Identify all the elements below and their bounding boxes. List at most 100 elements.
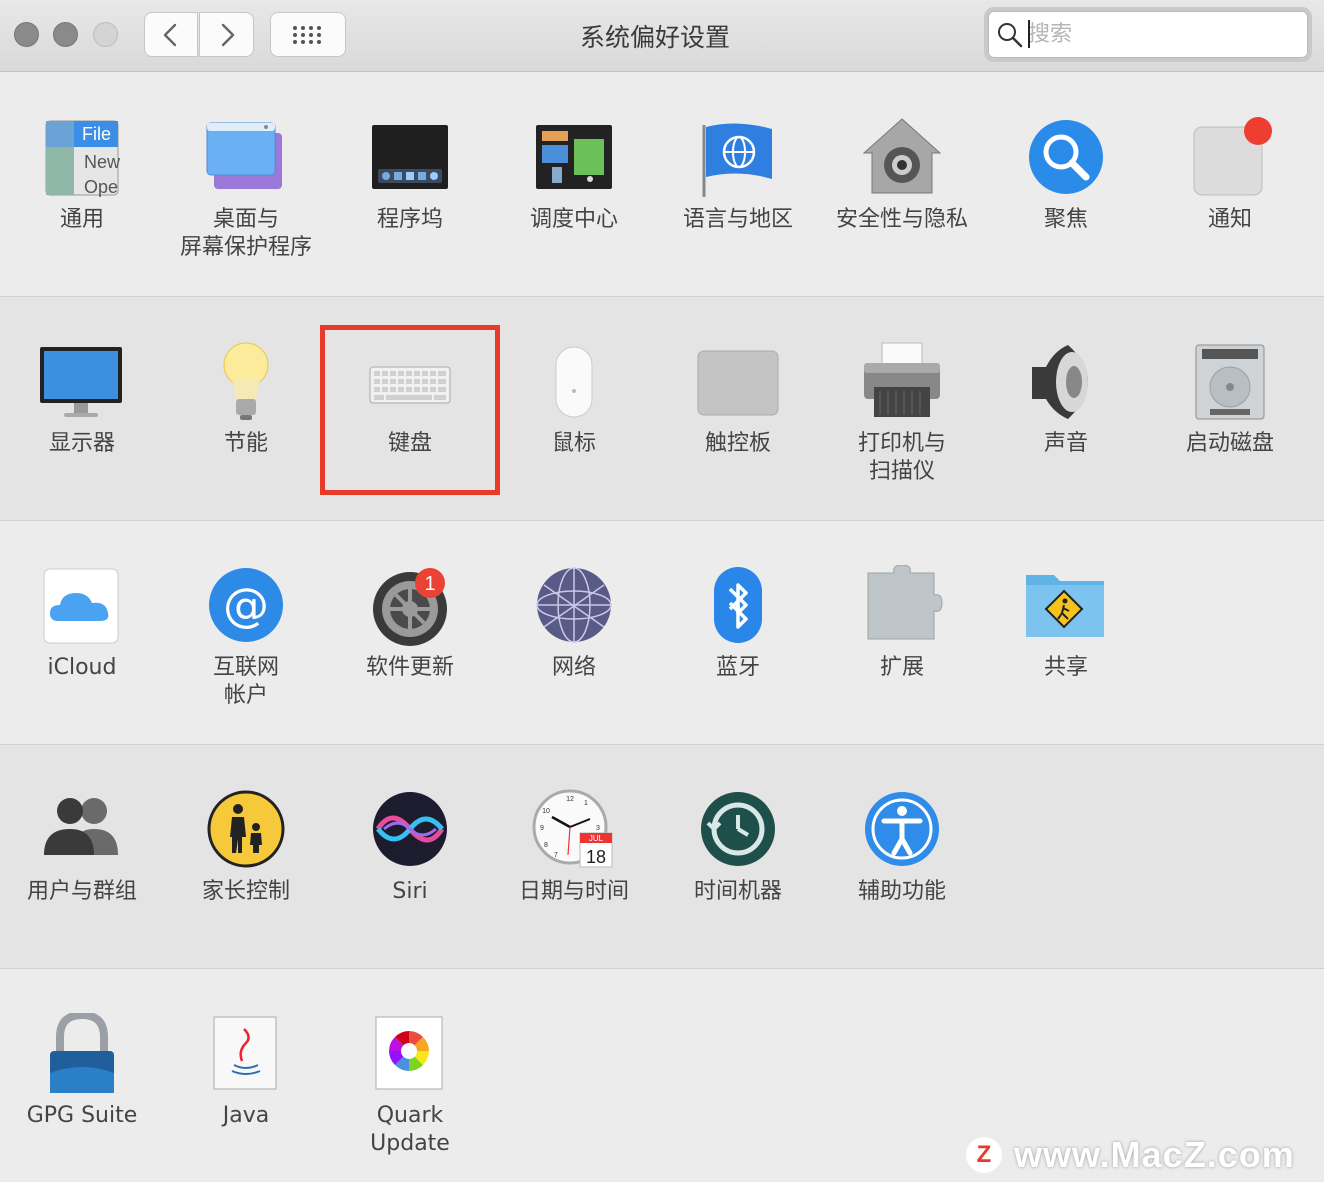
dock-icon — [372, 125, 448, 189]
pane-label: 安全性与隐私 — [835, 207, 968, 232]
pane-users-groups[interactable]: 用户与群组 — [0, 745, 164, 945]
search-input[interactable] — [1028, 19, 1288, 49]
keyboard-highlight-box — [320, 325, 500, 495]
siri-icon — [373, 792, 447, 866]
pane-label: 用户与群组 — [26, 879, 137, 904]
watermark-text: www.MacZ.com — [1014, 1134, 1295, 1175]
pane-bluetooth[interactable]: 蓝牙 — [656, 521, 820, 721]
pane-dock[interactable]: 程序坞 — [328, 73, 492, 273]
pane-siri[interactable]: Siri — [328, 745, 492, 945]
pane-label: 共享 — [1043, 655, 1088, 680]
at-sign-icon: @ — [209, 568, 283, 642]
pane-java[interactable]: Java — [164, 969, 328, 1169]
minimize-window-button[interactable] — [53, 22, 78, 47]
zoom-window-button[interactable] — [93, 22, 118, 47]
search-icon — [998, 23, 1023, 48]
pane-extensions[interactable]: 扩展 — [820, 521, 984, 721]
pane-label: 蓝牙 — [715, 655, 760, 680]
quark-update-icon — [375, 1016, 443, 1090]
svg-text:8: 8 — [544, 842, 548, 849]
close-window-button[interactable] — [14, 22, 39, 47]
pane-label: 语言与地区 — [682, 207, 793, 232]
pane-network[interactable]: 网络 — [492, 521, 656, 721]
pane-security-privacy[interactable]: 安全性与隐私 — [820, 73, 984, 273]
trackpad-icon — [697, 350, 779, 416]
pane-label: 日期与时间 — [518, 879, 629, 904]
pane-label: GPG Suite — [26, 1103, 138, 1128]
mission-control-icon — [536, 125, 612, 189]
pane-spotlight[interactable]: 聚焦 — [984, 73, 1148, 273]
pane-parental-controls[interactable]: 家长控制 — [164, 745, 328, 945]
pane-quark-update[interactable]: Quark Update — [328, 969, 492, 1169]
pane-displays[interactable]: 显示器 — [0, 297, 164, 497]
pane-label: 互联网 帐户 — [212, 655, 279, 708]
pane-mouse[interactable]: 鼠标 — [492, 297, 656, 497]
window-title: 系统偏好设置 — [579, 23, 730, 52]
pane-label: Java — [222, 1103, 270, 1128]
update-badge-count: 1 — [424, 573, 435, 595]
speaker-icon — [1032, 345, 1088, 419]
pane-sound[interactable]: 声音 — [984, 297, 1148, 497]
magnifier-icon — [1029, 120, 1103, 194]
pane-date-time[interactable]: 12 1 3 10 9 8 7 JUL 18 日期与时间 — [492, 745, 656, 945]
pane-label: 桌面与 屏幕保护程序 — [179, 207, 312, 260]
bluetooth-icon — [714, 567, 762, 643]
icloud-icon — [43, 568, 119, 644]
notifications-icon — [1193, 117, 1272, 196]
pane-energy-saver[interactable]: 节能 — [164, 297, 328, 497]
svg-text:12: 12 — [566, 796, 574, 803]
pane-label: 显示器 — [48, 431, 115, 456]
text-caret — [1028, 20, 1030, 48]
desktop-icon — [206, 122, 282, 189]
accessibility-icon — [865, 792, 939, 866]
pane-accessibility[interactable]: 辅助功能 — [820, 745, 984, 945]
time-machine-icon — [701, 792, 775, 866]
pane-label: 节能 — [223, 431, 268, 456]
puzzle-piece-icon — [867, 565, 943, 640]
clock-calendar-icon: 12 1 3 10 9 8 7 JUL 18 — [532, 789, 613, 868]
show-all-button[interactable] — [270, 12, 346, 57]
back-button[interactable] — [144, 12, 198, 57]
pane-startup-disk[interactable]: 启动磁盘 — [1148, 297, 1312, 497]
svg-text:@: @ — [223, 578, 269, 632]
pane-mission-control[interactable]: 调度中心 — [492, 73, 656, 273]
pane-gpg-suite[interactable]: GPG Suite — [0, 969, 164, 1169]
hard-drive-icon — [1195, 344, 1265, 420]
pane-sharing[interactable]: 共享 — [984, 521, 1148, 721]
mouse-icon — [555, 346, 593, 418]
pane-software-update[interactable]: 1 软件更新 — [328, 521, 492, 721]
printer-icon — [864, 342, 940, 417]
pane-icloud[interactable]: iCloud — [0, 521, 164, 721]
forward-button[interactable] — [199, 12, 254, 57]
pane-general[interactable]: File New Ope 通用 — [0, 73, 164, 273]
pane-label: 调度中心 — [529, 207, 618, 232]
general-icon: File New Ope — [45, 120, 121, 197]
pane-label: iCloud — [47, 655, 117, 680]
search-field[interactable] — [984, 7, 1312, 62]
pane-notifications[interactable]: 通知 — [1148, 73, 1312, 273]
java-icon — [213, 1016, 277, 1090]
pane-label: 扩展 — [879, 655, 924, 680]
pane-trackpad[interactable]: 触控板 — [656, 297, 820, 497]
display-icon — [40, 347, 122, 417]
pane-time-machine[interactable]: 时间机器 — [656, 745, 820, 945]
pane-label: 网络 — [551, 655, 596, 680]
pane-label: Quark Update — [370, 1103, 450, 1156]
svg-text:9: 9 — [540, 825, 544, 832]
watermark-logo: Z — [966, 1137, 1002, 1173]
pane-label: 时间机器 — [693, 879, 782, 904]
pane-language-region[interactable]: 语言与地区 — [656, 73, 820, 273]
pane-label: 聚焦 — [1043, 207, 1088, 232]
pane-printers-scanners[interactable]: 打印机与 扫描仪 — [820, 297, 984, 497]
pane-label: 鼠标 — [551, 431, 596, 456]
pane-desktop[interactable]: 桌面与 屏幕保护程序 — [164, 73, 328, 273]
pane-internet-accounts[interactable]: @ 互联网 帐户 — [164, 521, 328, 721]
pane-label: 程序坞 — [376, 207, 443, 232]
pane-label: 启动磁盘 — [1185, 431, 1274, 456]
chevron-left-icon — [163, 23, 177, 46]
pane-label: 通知 — [1207, 207, 1252, 232]
svg-text:7: 7 — [554, 852, 558, 859]
shared-folder-icon — [1026, 575, 1104, 637]
pane-label: 打印机与 扫描仪 — [857, 431, 946, 484]
general-new-text: New — [84, 152, 121, 172]
